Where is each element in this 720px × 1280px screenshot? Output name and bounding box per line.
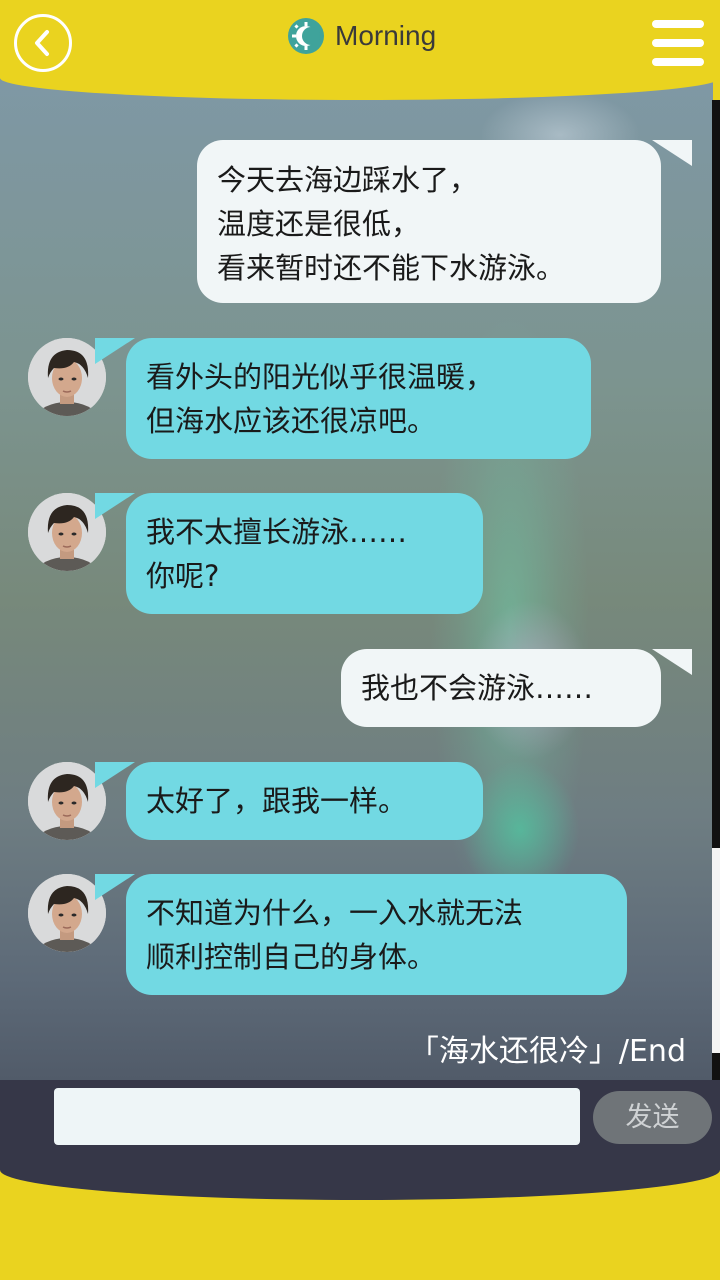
morning-sun-icon xyxy=(288,18,324,54)
back-button[interactable] xyxy=(14,14,72,72)
story-end-label: 「海水还很冷」/End xyxy=(408,1034,686,1069)
hamburger-menu-icon xyxy=(652,20,704,28)
header-bar: Morning xyxy=(0,0,720,100)
hamburger-menu-line xyxy=(652,39,704,47)
message-bubble: 太好了，跟我一样。 xyxy=(126,762,483,840)
message-input-bar: 发送 xyxy=(0,1080,720,1200)
back-chevron-icon xyxy=(35,30,49,56)
message-input[interactable] xyxy=(54,1088,580,1145)
message-bubble: 看外头的阳光似乎很温暖， 但海水应该还很凉吧。 xyxy=(126,338,591,459)
page-title: Morning xyxy=(335,20,437,51)
message-bubble: 我也不会游泳…… xyxy=(341,649,661,727)
send-button[interactable]: 发送 xyxy=(593,1091,712,1144)
message-bubble: 今天去海边踩水了， 温度还是很低， 看来暂时还不能下水游泳。 xyxy=(197,140,661,303)
scrollbar-thumb[interactable] xyxy=(712,848,720,1053)
message-bubble: 不知道为什么，一入水就无法 顺利控制自己的身体。 xyxy=(126,874,627,995)
hamburger-menu-line xyxy=(652,58,704,66)
menu-button[interactable] xyxy=(652,20,704,66)
message-bubble: 我不太擅长游泳…… 你呢? xyxy=(126,493,483,614)
page-title-group: Morning xyxy=(287,16,436,56)
